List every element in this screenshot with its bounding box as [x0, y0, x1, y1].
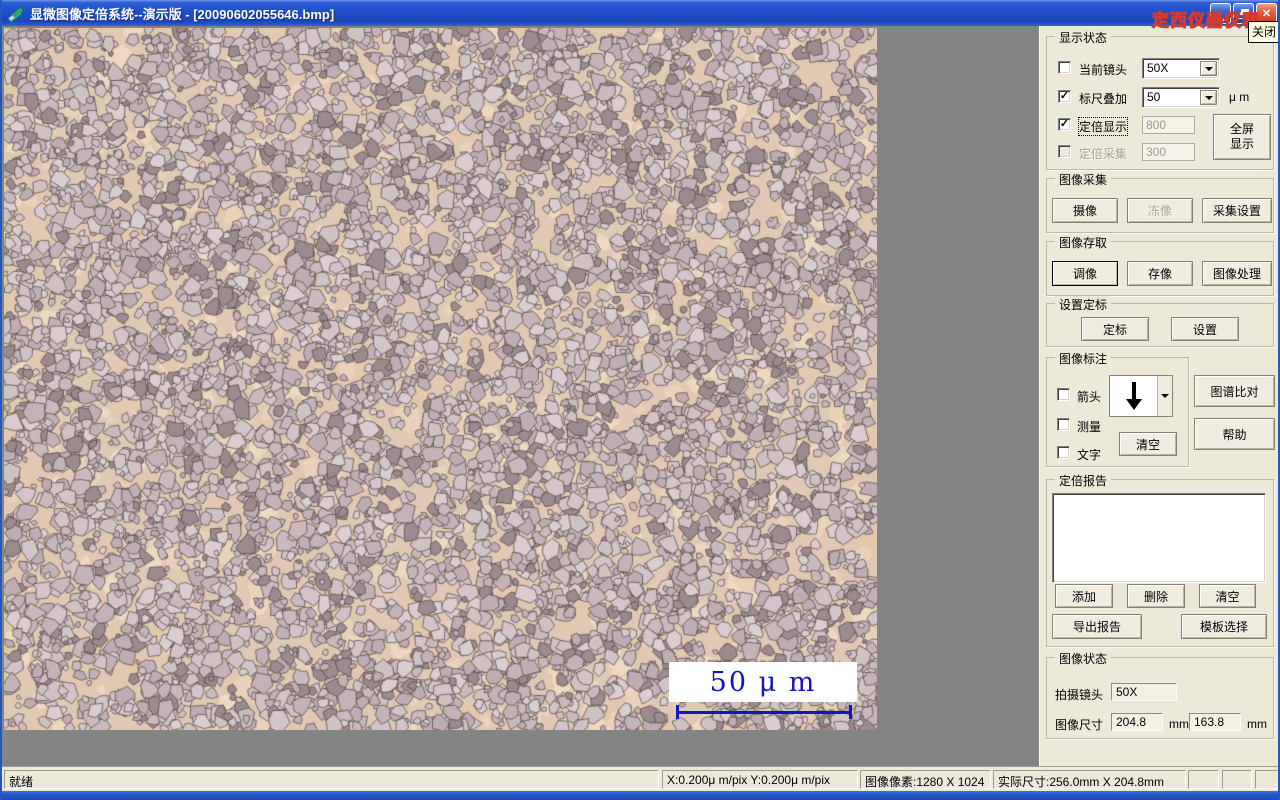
window-bottom-border	[2, 791, 1278, 800]
scale-overlay-dropdown-button[interactable]	[1200, 90, 1217, 105]
current-lens-label: 当前镜头	[1079, 63, 1128, 77]
app-icon	[8, 7, 23, 22]
image-height-unit: mm	[1247, 717, 1267, 731]
scale-overlay-label: 标尺叠加	[1079, 92, 1128, 106]
control-panel: 显示状态 当前镜头 50X ✓ 标尺叠加 50 μ m ✓ 定倍显示 800 定…	[1039, 26, 1278, 766]
arrow-checkbox[interactable]	[1057, 388, 1070, 401]
group-display-status: 显示状态 当前镜头 50X ✓ 标尺叠加 50 μ m ✓ 定倍显示 800 定…	[1046, 29, 1274, 170]
status-actual-size: 实际尺寸:256.0mm X 204.8mm	[993, 770, 1186, 789]
group-image-status: 图像状态 拍摄镜头 50X 图像尺寸 204.8 mm 163.8 mm	[1046, 650, 1274, 739]
application-window: 显微图像定倍系统--演示版 - [20090602055646.bmp] ✕ 定…	[0, 0, 1280, 800]
shooting-lens-value: 50X	[1111, 683, 1177, 701]
fixed-display-field: 800	[1142, 116, 1195, 134]
group-display-status-title: 显示状态	[1055, 29, 1112, 46]
group-storage: 图像存取 调像 存像 图像处理	[1046, 234, 1274, 296]
group-calibration: 设置定标 定标 设置	[1046, 296, 1274, 347]
scale-bar-box: 50 μ m	[669, 662, 857, 702]
close-tooltip: 关闭	[1248, 21, 1278, 43]
group-image-status-title: 图像状态	[1055, 650, 1112, 667]
chevron-down-icon	[1204, 66, 1213, 71]
fixed-display-label: 定倍显示	[1077, 117, 1129, 136]
scale-overlay-value: 50	[1147, 90, 1161, 104]
save-image-button[interactable]: 存像	[1127, 261, 1193, 286]
scale-bar-label: 50 μ m	[709, 666, 817, 698]
window-title: 显微图像定倍系统--演示版 - [20090602055646.bmp]	[30, 6, 335, 22]
measure-checkbox[interactable]	[1057, 418, 1070, 431]
vendor-watermark: 定西仪器仪表	[1151, 10, 1260, 30]
image-size-label: 图像尺寸	[1055, 718, 1104, 732]
group-capture: 图像采集 摄像 冻像 采集设置	[1046, 171, 1274, 233]
calibrate-button[interactable]: 定标	[1081, 317, 1149, 341]
chevron-down-icon	[1161, 394, 1169, 398]
current-lens-combobox[interactable]: 50X	[1142, 58, 1220, 79]
current-lens-dropdown-button[interactable]	[1200, 61, 1217, 76]
status-spare-3	[1255, 770, 1278, 789]
report-template-button[interactable]: 模板选择	[1181, 614, 1267, 639]
fullscreen-button[interactable]: 全屏显示	[1213, 114, 1271, 160]
group-calibration-title: 设置定标	[1055, 296, 1112, 313]
report-listbox[interactable]	[1052, 493, 1266, 583]
group-annotation-title: 图像标注	[1055, 350, 1112, 367]
status-pixel-scale: X:0.200μ m/pix Y:0.200μ m/pix	[662, 770, 858, 789]
status-image-pixels: 图像像素:1280 X 1024	[860, 770, 991, 789]
image-client-area: 50 μ m	[2, 26, 1039, 766]
image-width-unit: mm	[1169, 717, 1189, 731]
current-lens-value: 50X	[1147, 61, 1169, 75]
title-bar: 显微图像定倍系统--演示版 - [20090602055646.bmp] ✕	[2, 0, 1278, 26]
status-bar: 就绪 X:0.200μ m/pix Y:0.200μ m/pix 图像像素:12…	[2, 766, 1278, 791]
arrow-style-dropdown-button[interactable]	[1157, 376, 1172, 416]
current-lens-checkbox[interactable]	[1058, 61, 1071, 74]
shooting-lens-label: 拍摄镜头	[1055, 688, 1104, 702]
scale-overlay-combobox[interactable]: 50	[1142, 87, 1220, 108]
calibration-settings-button[interactable]: 设置	[1171, 317, 1239, 341]
atlas-compare-button[interactable]: 图谱比对	[1194, 375, 1275, 407]
scale-bar-overlay: 50 μ m	[669, 662, 859, 719]
status-spare-2	[1222, 770, 1252, 789]
group-report-title: 定倍报告	[1055, 472, 1112, 489]
text-checkbox[interactable]	[1057, 446, 1070, 459]
load-image-button[interactable]: 调像	[1052, 261, 1118, 286]
status-ready: 就绪	[4, 770, 659, 789]
arrow-label: 箭头	[1077, 390, 1102, 404]
scale-overlay-checkbox[interactable]: ✓	[1058, 90, 1071, 103]
help-button[interactable]: 帮助	[1194, 418, 1275, 450]
report-clear-button[interactable]: 清空	[1199, 584, 1256, 608]
scale-bar-line	[676, 705, 852, 719]
arrow-style-combobox[interactable]	[1109, 375, 1173, 417]
report-export-button[interactable]: 导出报告	[1052, 614, 1142, 639]
image-process-button[interactable]: 图像处理	[1202, 261, 1272, 286]
chevron-down-icon	[1204, 95, 1213, 100]
arrow-annotation-icon	[1110, 376, 1157, 416]
image-height-value: 163.8	[1189, 713, 1241, 731]
annotation-clear-button[interactable]: 清空	[1119, 432, 1177, 456]
status-spare-1	[1188, 770, 1219, 789]
fixed-capture-field: 300	[1142, 143, 1195, 161]
group-storage-title: 图像存取	[1055, 234, 1112, 251]
text-label: 文字	[1077, 448, 1102, 462]
measure-label: 测量	[1077, 420, 1102, 434]
close-icon: ✕	[1261, 8, 1272, 20]
group-capture-title: 图像采集	[1055, 171, 1112, 188]
fixed-capture-label: 定倍采集	[1079, 147, 1128, 161]
group-report: 定倍报告 添加 删除 清空 导出报告 模板选择	[1046, 472, 1274, 647]
group-annotation: 图像标注 箭头 测量 文字 清空	[1046, 350, 1189, 467]
image-width-value: 204.8	[1111, 713, 1163, 731]
micrograph-image	[4, 28, 877, 730]
freeze-button: 冻像	[1127, 198, 1193, 223]
capture-settings-button[interactable]: 采集设置	[1202, 198, 1272, 223]
shoot-button[interactable]: 摄像	[1052, 198, 1118, 223]
fixed-capture-checkbox	[1058, 145, 1071, 158]
report-delete-button[interactable]: 删除	[1127, 584, 1185, 608]
report-add-button[interactable]: 添加	[1055, 584, 1113, 608]
scale-overlay-unit: μ m	[1229, 90, 1250, 104]
fixed-display-checkbox[interactable]: ✓	[1058, 118, 1071, 131]
